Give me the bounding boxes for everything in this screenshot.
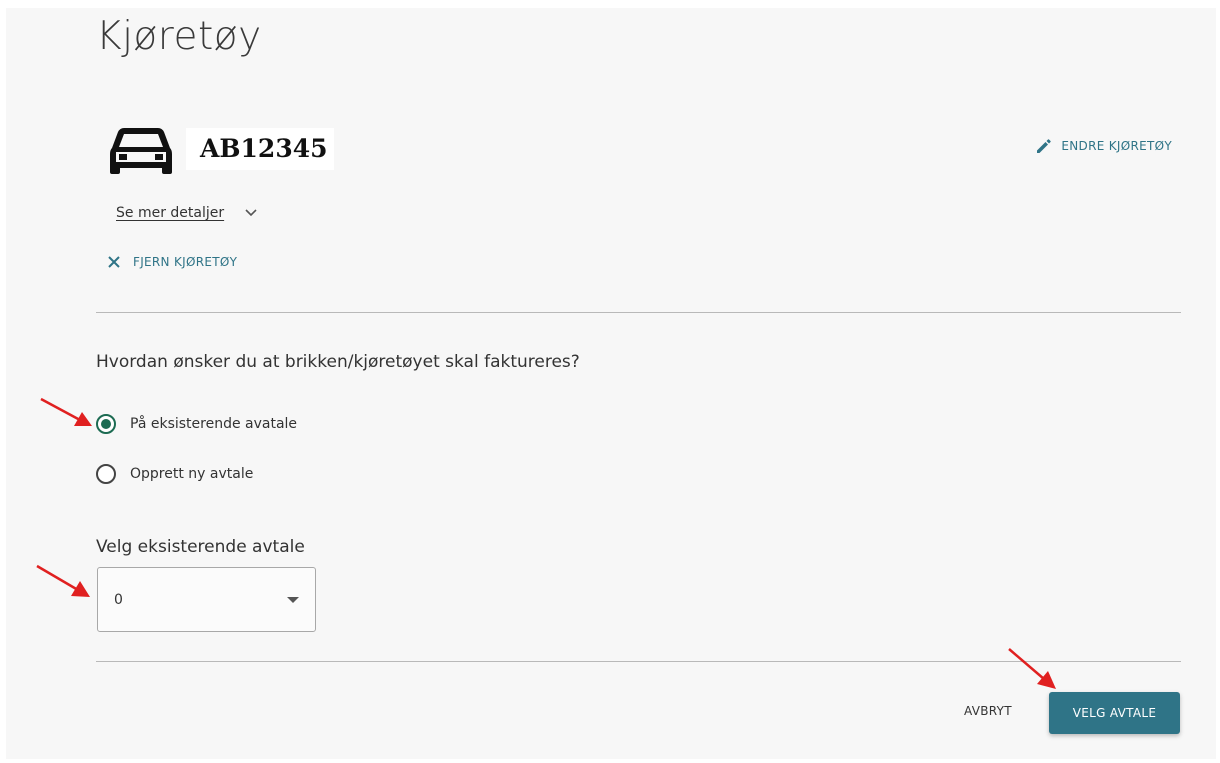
car-icon xyxy=(110,128,172,174)
billing-question: Hvordan ønsker du at brikken/kjøretøyet … xyxy=(96,352,580,372)
agreement-select-value: 0 xyxy=(114,592,123,608)
close-icon xyxy=(108,256,120,268)
chevron-down-icon xyxy=(245,209,257,217)
annotation-arrow-icon xyxy=(1008,648,1056,689)
edit-vehicle-button[interactable]: ENDRE KJØRETØY xyxy=(1035,137,1172,155)
pencil-icon xyxy=(1037,139,1052,153)
radio-button-checked[interactable] xyxy=(96,414,116,434)
annotation-arrow-icon xyxy=(40,397,92,426)
remove-vehicle-label: FJERN KJØRETØY xyxy=(133,255,238,269)
page-title: Kjøretøy xyxy=(96,14,262,59)
radio-button[interactable] xyxy=(96,464,116,484)
divider xyxy=(96,312,1181,313)
agreement-select[interactable]: 0 xyxy=(97,567,316,632)
annotation-arrow-icon xyxy=(36,564,90,597)
radio-existing-agreement-label: På eksisterende avatale xyxy=(130,416,298,432)
see-more-details-link[interactable]: Se mer detaljer xyxy=(116,205,258,221)
see-more-details-label: Se mer detaljer xyxy=(116,205,225,221)
license-plate: AB12345 xyxy=(186,128,334,170)
remove-vehicle-button[interactable]: FJERN KJØRETØY xyxy=(107,255,237,269)
radio-existing-agreement[interactable]: På eksisterende avatale xyxy=(96,414,297,434)
caret-down-icon xyxy=(287,597,299,603)
radio-new-agreement-label: Opprett ny avtale xyxy=(130,466,254,482)
edit-vehicle-label: ENDRE KJØRETØY xyxy=(1061,139,1172,153)
cancel-button[interactable]: AVBRYT xyxy=(964,704,1012,718)
select-agreement-label: Velg eksisterende avtale xyxy=(96,537,305,557)
radio-new-agreement[interactable]: Opprett ny avtale xyxy=(96,464,253,484)
select-agreement-button[interactable]: VELG AVTALE xyxy=(1049,692,1180,734)
